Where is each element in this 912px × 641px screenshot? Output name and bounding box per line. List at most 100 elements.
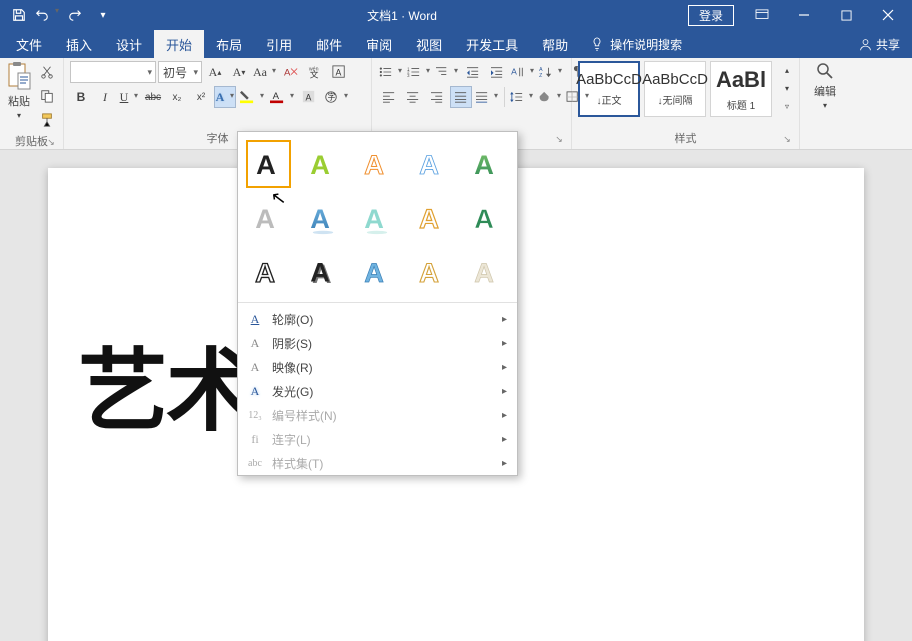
- shrink-font-icon[interactable]: A▾: [228, 61, 250, 83]
- text-effect-preset[interactable]: A: [355, 248, 400, 296]
- text-effect-preset[interactable]: A: [355, 194, 400, 242]
- font-name-combobox[interactable]: [70, 61, 156, 83]
- sort-icon[interactable]: AZ: [538, 61, 564, 83]
- text-effect-preset[interactable]: A: [464, 140, 509, 188]
- phonetic-guide-icon[interactable]: wén文: [304, 61, 326, 83]
- menu-shadow[interactable]: A阴影(S)▸: [238, 331, 517, 355]
- text-effects-button[interactable]: A: [214, 86, 236, 108]
- align-left-icon[interactable]: [378, 86, 400, 108]
- tab-references[interactable]: 引用: [254, 30, 304, 58]
- line-spacing-icon[interactable]: [509, 86, 535, 108]
- maximize-icon[interactable]: [826, 0, 866, 30]
- character-border-icon[interactable]: A: [328, 61, 350, 83]
- tab-file[interactable]: 文件: [4, 30, 54, 58]
- text-effect-preset[interactable]: A: [464, 194, 509, 242]
- tab-home[interactable]: 开始: [154, 30, 204, 58]
- style-no-spacing[interactable]: AaBbCcD ↓无间隔: [644, 61, 706, 117]
- svg-text:文: 文: [310, 68, 319, 79]
- undo-icon[interactable]: [34, 2, 60, 28]
- highlight-color-icon[interactable]: [238, 86, 266, 108]
- tab-view[interactable]: 视图: [404, 30, 454, 58]
- svg-text:A: A: [256, 257, 276, 288]
- styles-scroll-up-icon[interactable]: ▴: [776, 61, 798, 79]
- ribbon-display-options-icon[interactable]: [742, 0, 782, 30]
- change-case-icon[interactable]: Aa: [252, 61, 278, 83]
- editing-button[interactable]: 编辑 ▾: [806, 61, 844, 110]
- menu-outline[interactable]: A轮廓(O)▸: [238, 307, 517, 331]
- clear-formatting-icon[interactable]: A: [280, 61, 302, 83]
- tab-mailings[interactable]: 邮件: [304, 30, 354, 58]
- increase-indent-icon[interactable]: [486, 61, 508, 83]
- decrease-indent-icon[interactable]: [462, 61, 484, 83]
- numbering-icon[interactable]: 123: [406, 61, 432, 83]
- tell-me-search[interactable]: 操作说明搜索: [580, 30, 692, 58]
- cut-icon[interactable]: [36, 61, 58, 83]
- text-effect-preset[interactable]: A: [355, 140, 400, 188]
- clipboard-launcher-icon[interactable]: ↘: [45, 137, 57, 149]
- font-color-icon[interactable]: A: [268, 86, 296, 108]
- tab-help[interactable]: 帮助: [530, 30, 580, 58]
- tab-developer[interactable]: 开发工具: [454, 30, 530, 58]
- font-size-combobox[interactable]: 初号: [158, 61, 202, 83]
- justify-icon[interactable]: [450, 86, 472, 108]
- styles-launcher-icon[interactable]: ↘: [781, 134, 793, 146]
- styles-expand-icon[interactable]: ▿: [776, 97, 798, 115]
- svg-text:A: A: [511, 67, 517, 77]
- superscript-button[interactable]: x²: [190, 86, 212, 108]
- svg-text:A: A: [256, 203, 276, 234]
- svg-text:Z: Z: [539, 73, 542, 78]
- text-effect-preset[interactable]: A: [410, 248, 455, 296]
- text-effect-preset[interactable]: A: [246, 140, 291, 188]
- character-shading-icon[interactable]: A: [298, 86, 320, 108]
- bold-button[interactable]: B: [70, 86, 92, 108]
- menu-glow[interactable]: A发光(G)▸: [238, 379, 517, 403]
- format-painter-icon[interactable]: [36, 109, 58, 131]
- svg-text:A: A: [336, 68, 342, 78]
- text-effect-preset[interactable]: A: [301, 194, 346, 242]
- svg-text:字: 字: [328, 92, 336, 102]
- submenu-arrow-icon: ▸: [502, 410, 507, 421]
- menu-reflection[interactable]: A映像(R)▸: [238, 355, 517, 379]
- text-effect-preset[interactable]: A: [301, 140, 346, 188]
- close-icon[interactable]: [868, 0, 908, 30]
- tab-review[interactable]: 审阅: [354, 30, 404, 58]
- login-button[interactable]: 登录: [688, 5, 734, 26]
- tab-insert[interactable]: 插入: [54, 30, 104, 58]
- strikethrough-button[interactable]: abc: [142, 86, 164, 108]
- grow-font-icon[interactable]: A▴: [204, 61, 226, 83]
- svg-text:3: 3: [407, 73, 410, 78]
- text-effect-preset[interactable]: A: [464, 248, 509, 296]
- bullets-icon[interactable]: [378, 61, 404, 83]
- text-effect-preset[interactable]: AA: [301, 248, 346, 296]
- distributed-icon[interactable]: [474, 86, 500, 108]
- svg-text:A: A: [365, 203, 385, 234]
- text-effect-preset[interactable]: A: [246, 248, 291, 296]
- copy-icon[interactable]: [36, 85, 58, 107]
- asian-layout-icon[interactable]: A: [510, 61, 536, 83]
- italic-button[interactable]: I: [94, 86, 116, 108]
- share-button[interactable]: 共享: [847, 30, 912, 58]
- tab-layout[interactable]: 布局: [204, 30, 254, 58]
- multilevel-list-icon[interactable]: [434, 61, 460, 83]
- tab-design[interactable]: 设计: [104, 30, 154, 58]
- borders-icon[interactable]: [565, 86, 591, 108]
- qat-customize-icon[interactable]: ▾: [90, 2, 116, 28]
- underline-button[interactable]: U: [118, 86, 140, 108]
- style-heading1[interactable]: AaBl 标题 1: [710, 61, 772, 117]
- subscript-button[interactable]: x₂: [166, 86, 188, 108]
- paste-button[interactable]: 粘贴 ▾: [6, 61, 32, 120]
- align-center-icon[interactable]: [402, 86, 424, 108]
- text-effect-preset[interactable]: A: [410, 140, 455, 188]
- styles-scroll-down-icon[interactable]: ▾: [776, 79, 798, 97]
- svg-text:A: A: [365, 257, 385, 288]
- text-effect-preset[interactable]: A: [410, 194, 455, 242]
- minimize-icon[interactable]: [784, 0, 824, 30]
- shading-icon[interactable]: [537, 86, 563, 108]
- text-effect-preset[interactable]: A: [246, 194, 291, 242]
- align-right-icon[interactable]: [426, 86, 448, 108]
- redo-icon[interactable]: [62, 2, 88, 28]
- save-icon[interactable]: [6, 2, 32, 28]
- svg-text:A: A: [273, 91, 280, 102]
- paragraph-launcher-icon[interactable]: ↘: [553, 134, 565, 146]
- enclose-characters-icon[interactable]: 字: [322, 86, 350, 108]
